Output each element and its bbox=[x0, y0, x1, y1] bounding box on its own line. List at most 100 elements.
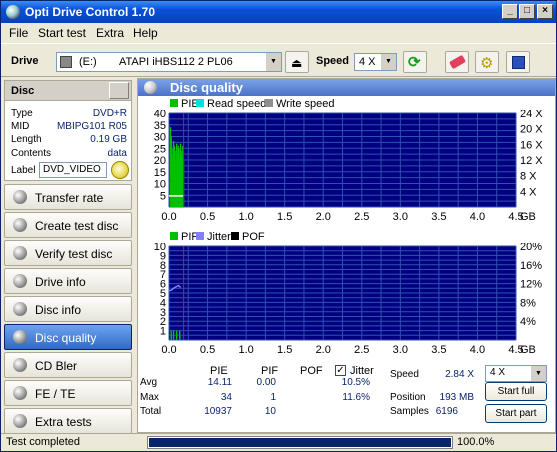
legend-pof-swatch bbox=[231, 232, 239, 240]
legend-pie-swatch bbox=[170, 99, 178, 107]
nav-label: Extra tests bbox=[35, 415, 92, 429]
stats-header-pif: PIF bbox=[261, 365, 279, 377]
legend-write-swatch bbox=[265, 99, 273, 107]
menu-help[interactable]: Help bbox=[133, 26, 158, 40]
position-stat-value: 193 MB bbox=[439, 392, 474, 403]
type-label: Type bbox=[11, 108, 33, 119]
speed-value: 4 X bbox=[359, 56, 376, 68]
app-disc-icon bbox=[6, 5, 20, 19]
speed-label: Speed bbox=[316, 55, 350, 67]
y2-tick-label: 4% bbox=[520, 316, 536, 328]
disc-icon bbox=[13, 302, 27, 316]
nav-disc-info[interactable]: Disc info bbox=[4, 296, 132, 322]
y2-tick-label: 12 X bbox=[520, 155, 543, 167]
speed-select[interactable]: 4 X ▼ bbox=[354, 53, 397, 71]
nav-disc-quality[interactable]: Disc quality bbox=[4, 324, 132, 350]
status-bar: Test completed 100.0% bbox=[1, 433, 556, 451]
y2-tick-label: 16 X bbox=[520, 139, 543, 151]
y-tick-label: 25 bbox=[154, 143, 166, 155]
chevron-down-icon[interactable]: ▼ bbox=[530, 366, 546, 381]
mid-label: MID bbox=[11, 121, 30, 132]
nav-label: Verify test disc bbox=[35, 247, 113, 261]
legend-pof-label: POF bbox=[242, 231, 265, 243]
main-header: Disc quality bbox=[138, 79, 555, 96]
erase-button[interactable] bbox=[445, 51, 469, 73]
minimize-button[interactable]: _ bbox=[502, 4, 518, 19]
nav-cd-bler[interactable]: CD Bler bbox=[4, 352, 132, 378]
x-tick-label: 0.5 bbox=[200, 211, 215, 223]
label-input[interactable]: DVD_VIDEO bbox=[39, 162, 107, 178]
label-label: Label bbox=[11, 165, 36, 176]
stats-header-jitter: Jitter bbox=[350, 365, 374, 377]
x-tick-label: 1.0 bbox=[238, 344, 253, 356]
nav-extra-tests[interactable]: Extra tests bbox=[4, 408, 132, 434]
menu-start-test[interactable]: Start test bbox=[38, 26, 86, 40]
stats-total-label: Total bbox=[140, 406, 162, 417]
stats-avg-label: Avg bbox=[140, 377, 158, 388]
stats-avg-jitter: 10.5% bbox=[341, 377, 370, 388]
jitter-checkbox[interactable]: ✓ bbox=[335, 365, 346, 376]
left-panel: Disc Type DVD+R MID MBIPG101 R05 Length … bbox=[1, 78, 135, 434]
close-button[interactable]: × bbox=[537, 4, 553, 19]
disc-icon bbox=[13, 218, 27, 232]
save-icon bbox=[512, 56, 525, 69]
legend-jitter-label: Jitter bbox=[207, 231, 231, 243]
data-bar bbox=[179, 330, 181, 340]
length-label: Length bbox=[11, 134, 42, 145]
menu-bar: File Start test Extra Help bbox=[1, 23, 556, 42]
menu-extra[interactable]: Extra bbox=[96, 26, 124, 40]
test-speed-value: 4 X bbox=[490, 367, 506, 378]
drive-select[interactable]: (E:) ATAPI iHBS112 2 PL06 ▼ bbox=[56, 52, 282, 72]
nav-transfer-rate[interactable]: Transfer rate bbox=[4, 184, 132, 210]
x-tick-label: 2.5 bbox=[354, 344, 369, 356]
window-title: Opti Drive Control 1.70 bbox=[25, 5, 156, 19]
x-tick-label: 3.0 bbox=[393, 211, 408, 223]
chevron-down-icon[interactable]: ▼ bbox=[265, 53, 281, 71]
refresh-button[interactable]: ⟳ bbox=[403, 51, 427, 73]
disc-icon bbox=[13, 414, 27, 428]
legend-jitter-swatch bbox=[196, 232, 204, 240]
nav-label: Transfer rate bbox=[35, 191, 104, 205]
gear-icon: ⚙ bbox=[480, 55, 494, 72]
maximize-button[interactable]: □ bbox=[519, 4, 535, 19]
disc-info-box: Disc Type DVD+R MID MBIPG101 R05 Length … bbox=[4, 80, 132, 181]
nav-label: FE / TE bbox=[35, 387, 76, 401]
disc-refresh-button[interactable] bbox=[109, 82, 129, 99]
disc-icon bbox=[13, 274, 27, 288]
start-part-button[interactable]: Start part bbox=[485, 404, 547, 423]
save-button[interactable] bbox=[506, 51, 530, 73]
y-tick-label: 30 bbox=[154, 132, 166, 144]
main-title: Disc quality bbox=[170, 80, 243, 95]
stats-total-pie: 10937 bbox=[204, 406, 232, 417]
type-value: DVD+R bbox=[92, 108, 127, 119]
test-speed-select[interactable]: 4 X ▼ bbox=[485, 365, 547, 382]
stats-avg-pie: 14.11 bbox=[207, 377, 232, 388]
data-bar bbox=[170, 330, 172, 340]
eject-button[interactable]: ⏏ bbox=[285, 51, 309, 73]
drive-label: Drive bbox=[11, 55, 39, 67]
nav-verify-test-disc[interactable]: Verify test disc bbox=[4, 240, 132, 266]
chevron-down-icon[interactable]: ▼ bbox=[380, 54, 396, 70]
contents-label: Contents bbox=[11, 148, 52, 159]
x-unit-label: GB bbox=[520, 344, 536, 356]
x-unit-label: GB bbox=[520, 211, 536, 223]
progress-fill bbox=[149, 438, 451, 447]
nav-drive-info[interactable]: Drive info bbox=[4, 268, 132, 294]
stats-max-label: Max bbox=[140, 392, 159, 403]
disc-quality-icon bbox=[144, 81, 157, 94]
nav-create-test-disc[interactable]: Create test disc bbox=[4, 212, 132, 238]
menu-file[interactable]: File bbox=[9, 26, 28, 40]
app-window: Opti Drive Control 1.70 _ □ × File Start… bbox=[0, 0, 557, 452]
title-bar: Opti Drive Control 1.70 _ □ × bbox=[1, 1, 556, 23]
stats-max-pie: 34 bbox=[220, 392, 232, 403]
settings-button[interactable]: ⚙ bbox=[475, 51, 499, 73]
label-apply-button[interactable] bbox=[111, 161, 129, 179]
x-tick-label: 2.5 bbox=[354, 211, 369, 223]
drive-model: ATAPI iHBS112 2 PL06 bbox=[119, 56, 233, 68]
nav-label: CD Bler bbox=[35, 359, 78, 373]
nav-fe-te[interactable]: FE / TE bbox=[4, 380, 132, 406]
y-tick-label: 15 bbox=[154, 167, 166, 179]
x-tick-label: 3.5 bbox=[431, 344, 446, 356]
refresh-icon: ⟳ bbox=[408, 54, 421, 71]
start-full-button[interactable]: Start full bbox=[485, 382, 547, 401]
